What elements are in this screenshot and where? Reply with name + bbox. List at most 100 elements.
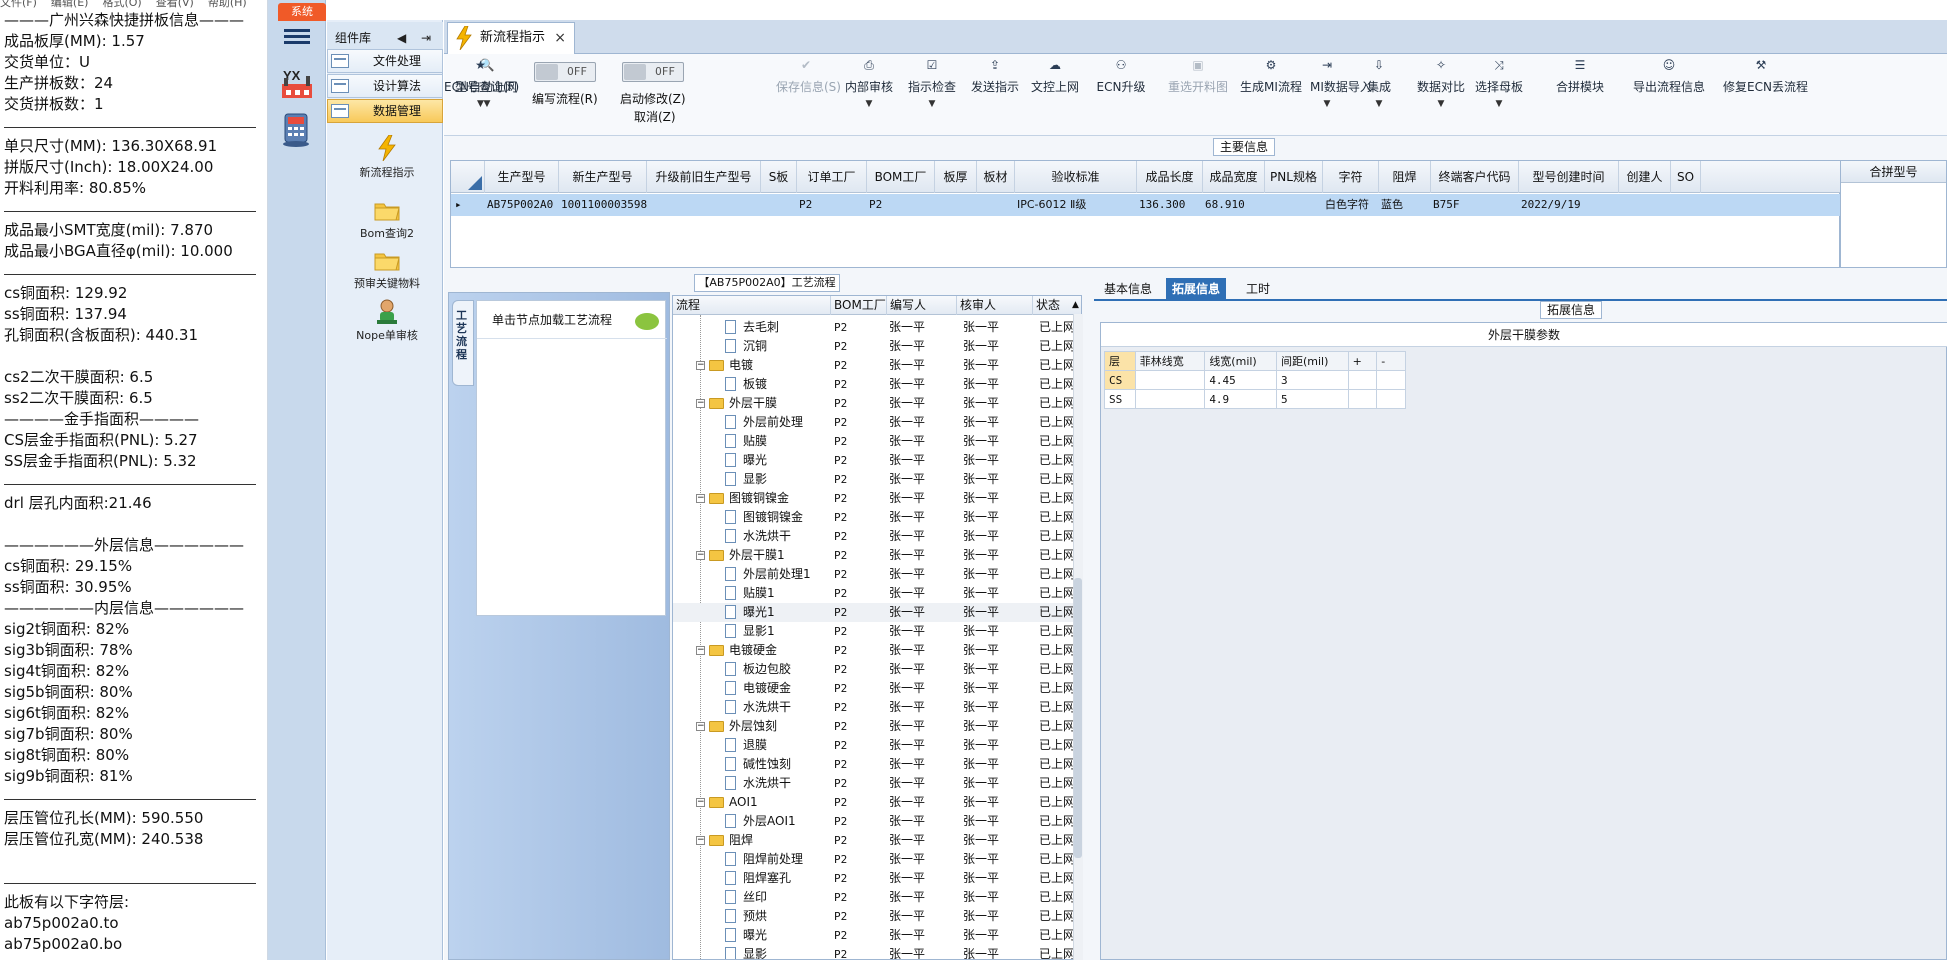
lib-tool-1[interactable]: 新流程指示 xyxy=(343,135,431,180)
grid-column-header[interactable]: 订单工厂 xyxy=(797,161,867,193)
table-row[interactable]: CS 4.45 3 xyxy=(1104,370,1406,390)
tab-3[interactable]: 工时 xyxy=(1240,278,1276,300)
tree-row[interactable]: 曝光1 P2 张一平 张一平 已上网 xyxy=(673,603,1081,622)
collapse-icon[interactable]: − xyxy=(696,399,705,408)
tree-column-header[interactable]: 核审人 xyxy=(957,296,1033,315)
tree-row[interactable]: 阻焊塞孔 P2 张一平 张一平 已上网 xyxy=(673,869,1081,888)
grid-column-header[interactable]: S板 xyxy=(761,161,797,193)
tree-row[interactable]: 去毛刺 P2 张一平 张一平 已上网 xyxy=(673,318,1081,337)
tree-row[interactable]: 丝印 P2 张一平 张一平 已上网 xyxy=(673,888,1081,907)
toolbar-button[interactable]: ✧ 数据对比 ▼ xyxy=(1412,54,1470,136)
toolbar-button[interactable]: ⇩ 集成 ▼ xyxy=(1350,54,1408,136)
grid-cell[interactable]: 蓝色 xyxy=(1381,194,1431,216)
tree-row[interactable]: − 电镀 P2 张一平 张一平 已上网 xyxy=(673,356,1081,375)
tree-row[interactable]: − 外层干膜 P2 张一平 张一平 已上网 xyxy=(673,394,1081,413)
lib-tool-2[interactable]: Bom查询2 xyxy=(343,196,431,241)
param-cell[interactable] xyxy=(1376,389,1406,409)
tree-row[interactable]: 显影1 P2 张一平 张一平 已上网 xyxy=(673,622,1081,641)
toolbar-button[interactable]: ☑ 指示检查 ▼ xyxy=(904,54,960,136)
tree-row[interactable]: 图镀铜镍金 P2 张一平 张一平 已上网 xyxy=(673,508,1081,527)
param-cell[interactable] xyxy=(1134,370,1206,390)
tree-row[interactable]: − 阻焊 P2 张一平 张一平 已上网 xyxy=(673,831,1081,850)
tree-row[interactable]: − 外层蚀刻 P2 张一平 张一平 已上网 xyxy=(673,717,1081,736)
collapse-icon[interactable]: − xyxy=(696,722,705,731)
grid-column-header[interactable]: 阻焊 xyxy=(1379,161,1431,193)
process-flow-vertical-tab[interactable]: 工艺流程 xyxy=(452,300,474,386)
tab-2[interactable]: 拓展信息 xyxy=(1166,278,1227,300)
grid-column-header[interactable]: 验收标准 xyxy=(1015,161,1137,193)
param-cell[interactable] xyxy=(1347,389,1378,409)
tab-1[interactable]: 基本信息 xyxy=(1098,278,1158,300)
table-row[interactable]: SS 4.9 5 xyxy=(1104,389,1406,409)
tree-row[interactable]: 显影 P2 张一平 张一平 已上网 xyxy=(673,470,1081,489)
param-cell[interactable]: CS xyxy=(1104,370,1136,390)
param-cell[interactable] xyxy=(1347,370,1378,390)
lib-tool-3[interactable]: 预审关键物料 xyxy=(343,246,431,291)
collapse-icon[interactable]: − xyxy=(696,836,705,845)
grid-cell[interactable]: 白色字符 xyxy=(1325,194,1379,216)
toolbar-button[interactable]: ⚒ 修复ECN丢流程 xyxy=(1723,54,1808,136)
grid-column-header[interactable]: BOM工厂 xyxy=(867,161,935,193)
tree-scrollbar-thumb[interactable] xyxy=(1074,578,1082,858)
param-column-header[interactable]: 间距(mil) xyxy=(1275,351,1349,371)
node-hint[interactable]: 单击节点加载工艺流程 xyxy=(477,301,667,339)
grid-column-header[interactable]: 成品长度 xyxy=(1137,161,1203,193)
tree-row[interactable]: 贴膜 P2 张一平 张一平 已上网 xyxy=(673,432,1081,451)
hamburger-menu-icon[interactable] xyxy=(282,26,312,50)
toolbar-button[interactable]: ⤨ 选择母板 ▼ xyxy=(1474,54,1524,136)
tree-row[interactable]: 水洗烘干 P2 张一平 张一平 已上网 xyxy=(673,774,1081,793)
tree-row[interactable]: 板边包胶 P2 张一平 张一平 已上网 xyxy=(673,660,1081,679)
menu-item[interactable]: 编辑(E) xyxy=(51,0,89,9)
tree-row[interactable]: − 电镀硬金 P2 张一平 张一平 已上网 xyxy=(673,641,1081,660)
tree-row[interactable]: − AOI1 P2 张一平 张一平 已上网 xyxy=(673,793,1081,812)
param-cell[interactable] xyxy=(1376,370,1406,390)
param-column-header[interactable]: 线宽(mil) xyxy=(1204,351,1277,371)
grid-column-header[interactable]: SO xyxy=(1671,161,1701,193)
grid-column-header[interactable]: 生产型号 xyxy=(485,161,559,193)
grid-column-header[interactable]: 字符 xyxy=(1323,161,1379,193)
grid-column-header[interactable]: 板材 xyxy=(977,161,1015,193)
tree-row[interactable]: 外层前处理 P2 张一平 张一平 已上网 xyxy=(673,413,1081,432)
collapse-icon[interactable]: − xyxy=(696,798,705,807)
grid-cell[interactable]: B75F xyxy=(1433,194,1519,216)
grid-cell[interactable]: IPC-6012 Ⅱ级 xyxy=(1017,194,1137,216)
tree-row[interactable]: 板镀 P2 张一平 张一平 已上网 xyxy=(673,375,1081,394)
grid-column-header[interactable]: 板厚 xyxy=(935,161,977,193)
tree-row[interactable]: 曝光 P2 张一平 张一平 已上网 xyxy=(673,926,1081,945)
menu-item[interactable]: 格式(O) xyxy=(102,0,141,9)
toggle-switch[interactable]: OFF xyxy=(622,62,684,82)
collapse-icon[interactable]: − xyxy=(696,646,705,655)
menu-item[interactable]: 查看(V) xyxy=(156,0,194,9)
tree-row[interactable]: 电镀硬金 P2 张一平 张一平 已上网 xyxy=(673,679,1081,698)
collapse-icon[interactable]: − xyxy=(696,361,705,370)
param-cell[interactable]: SS xyxy=(1104,389,1136,409)
param-column-header[interactable]: 菲林线宽 xyxy=(1134,351,1206,371)
toolbar-button[interactable]: ⚙ 生成MI流程 xyxy=(1238,54,1304,136)
tree-row[interactable]: 退膜 P2 张一平 张一平 已上网 xyxy=(673,736,1081,755)
grid-cell[interactable] xyxy=(649,194,761,216)
param-cell[interactable]: 4.45 xyxy=(1204,370,1277,390)
param-column-header[interactable]: - xyxy=(1376,351,1406,371)
grid-column-header[interactable]: PNL规格 xyxy=(1265,161,1323,193)
sort-arrow-icon[interactable]: ▲ xyxy=(1069,296,1081,315)
grid-cell[interactable]: AB75P002A0 xyxy=(487,194,559,216)
tree-row[interactable]: − 图镀铜镍金 P2 张一平 张一平 已上网 xyxy=(673,489,1081,508)
tree-row[interactable]: 曝光 P2 张一平 张一平 已上网 xyxy=(673,451,1081,470)
close-icon[interactable]: × xyxy=(554,23,566,53)
tree-column-header[interactable]: 流程 xyxy=(673,296,831,315)
grid-cell[interactable]: 10011000035983 xyxy=(561,194,647,216)
tree-row[interactable]: 水洗烘干 P2 张一平 张一平 已上网 xyxy=(673,527,1081,546)
tree-row[interactable]: 碱性蚀刻 P2 张一平 张一平 已上网 xyxy=(673,755,1081,774)
tree-row[interactable]: 显影 P2 张一平 张一平 已上网 xyxy=(673,945,1081,959)
toolbar-button[interactable]: ☰ 合拼模块 xyxy=(1540,54,1620,136)
lib-item[interactable]: 设计算法 xyxy=(327,74,443,98)
tree-row[interactable]: 预烘 P2 张一平 张一平 已上网 xyxy=(673,907,1081,926)
lib-item[interactable]: 数据管理 xyxy=(327,99,443,123)
table-row[interactable]: ▸ AB75P002A0 10011000035983 P2 P2 IPC-6012 Ⅱ级… xyxy=(451,194,1841,216)
grid-cell[interactable]: P2 xyxy=(869,194,935,216)
grid-column-header[interactable]: 创建人 xyxy=(1619,161,1671,193)
tree-row[interactable]: 外层前处理1 P2 张一平 张一平 已上网 xyxy=(673,565,1081,584)
toolbar-button[interactable]: ☁ 文控上网 xyxy=(1030,54,1080,136)
toolbar-button[interactable]: ⇪ 发送指示 xyxy=(966,54,1024,136)
tree-row[interactable]: 水洗烘干 P2 张一平 张一平 已上网 xyxy=(673,698,1081,717)
